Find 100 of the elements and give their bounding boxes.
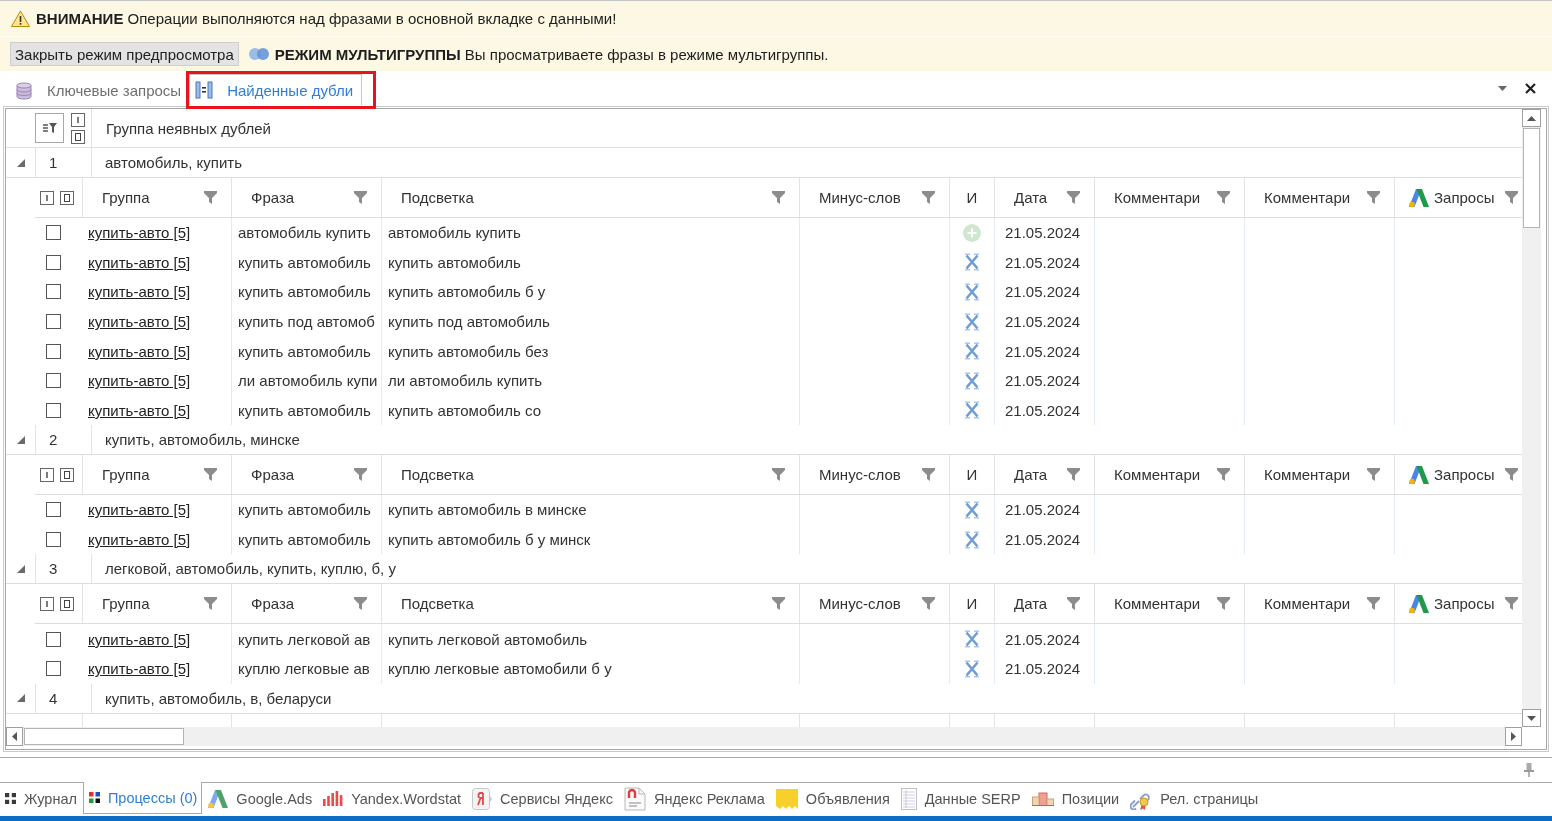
column-header[interactable]: Фраза (232, 178, 382, 217)
group-link[interactable]: купить-авто [5] (88, 660, 191, 678)
tab[interactable]: Найденные дубли (189, 74, 363, 105)
group-link[interactable]: купить-авто [5] (88, 342, 191, 360)
filter-icon[interactable] (1505, 597, 1518, 611)
column-header[interactable]: Запросы (1395, 178, 1522, 217)
tab[interactable]: Яндекс Реклама (618, 783, 770, 814)
group-link[interactable]: купить-авто [5] (88, 224, 191, 242)
tab[interactable]: Журнал (0, 783, 82, 814)
filter-icon[interactable] (354, 468, 367, 482)
sort-button[interactable] (35, 113, 64, 143)
column-header[interactable]: Группа (83, 584, 232, 624)
filter-icon[interactable] (1367, 597, 1380, 611)
column-header[interactable]: Комментари (1095, 178, 1245, 217)
column-header[interactable]: Запросы (1395, 584, 1522, 624)
group-link[interactable]: купить-авто [5] (88, 313, 191, 331)
scroll-left-button[interactable] (6, 727, 23, 746)
column-header[interactable]: Фраза (232, 584, 382, 624)
expander-icon[interactable] (16, 158, 25, 167)
filter-icon[interactable] (1217, 468, 1230, 482)
column-header[interactable]: Минус-слов (800, 455, 950, 495)
checkbox[interactable] (45, 502, 61, 518)
column-header[interactable]: Комментари (1095, 455, 1245, 495)
filter-icon[interactable] (772, 597, 785, 611)
group-link[interactable]: купить-авто [5] (88, 501, 191, 519)
checkbox[interactable] (45, 631, 61, 647)
expander-icon[interactable] (16, 435, 25, 444)
filter-icon[interactable] (922, 468, 935, 482)
tab[interactable]: Google.Ads (203, 783, 318, 814)
collapse-all-icon[interactable] (60, 596, 74, 611)
tab-menu-button[interactable] (1496, 84, 1509, 93)
filter-icon[interactable] (1505, 191, 1518, 204)
column-header[interactable]: Подсветка (382, 178, 800, 217)
tab[interactable]: Объявления (770, 783, 895, 814)
expander-icon[interactable] (16, 564, 25, 573)
collapse-all-icon[interactable] (60, 467, 74, 482)
column-header[interactable]: Группа (83, 178, 232, 217)
column-header[interactable]: И (950, 178, 995, 217)
filter-icon[interactable] (1067, 597, 1080, 611)
tab[interactable]: Данные SERP (895, 783, 1026, 814)
column-header[interactable]: Подсветка (382, 455, 800, 495)
checkbox[interactable] (45, 532, 61, 548)
expand-all-icon[interactable] (71, 112, 85, 127)
column-header[interactable]: Дата (995, 584, 1095, 624)
group-link[interactable]: купить-авто [5] (88, 283, 191, 301)
column-header[interactable]: Запросы (1395, 455, 1522, 495)
group-link[interactable]: купить-авто [5] (88, 253, 191, 271)
checkbox[interactable] (45, 343, 61, 359)
group-link[interactable]: купить-авто [5] (88, 630, 191, 648)
filter-icon[interactable] (922, 597, 935, 611)
column-header[interactable]: Группа (83, 455, 232, 495)
filter-icon[interactable] (354, 597, 367, 611)
column-header[interactable]: Комментари (1245, 584, 1395, 624)
filter-icon[interactable] (1217, 597, 1230, 611)
filter-icon[interactable] (204, 468, 217, 482)
tab[interactable]: Процессы (0) (82, 782, 203, 814)
column-header[interactable]: Дата (995, 178, 1095, 217)
column-header[interactable]: Комментари (1245, 455, 1395, 495)
column-header[interactable]: И (950, 584, 995, 624)
expand-all-icon[interactable] (40, 596, 54, 611)
column-header[interactable]: Группа неявных дублей (106, 109, 271, 147)
vertical-scrollbar[interactable] (1522, 109, 1541, 727)
group-link[interactable]: купить-авто [5] (88, 401, 191, 419)
checkbox[interactable] (45, 254, 61, 270)
filter-icon[interactable] (204, 191, 217, 204)
column-header[interactable]: Комментари (1245, 178, 1395, 217)
filter-icon[interactable] (1367, 191, 1380, 204)
column-header[interactable]: Подсветка (382, 584, 800, 624)
checkbox[interactable] (45, 373, 61, 389)
tab[interactable]: Позиции (1026, 783, 1125, 814)
filter-icon[interactable] (922, 191, 935, 204)
expand-all-icon[interactable] (40, 467, 54, 482)
filter-icon[interactable] (772, 468, 785, 482)
tab[interactable]: Yandex.Wordstat (318, 783, 467, 814)
scroll-thumb[interactable] (24, 728, 184, 745)
column-header[interactable]: Дата (995, 455, 1095, 495)
tab[interactable]: Сервисы Яндекс (467, 783, 618, 814)
scroll-thumb[interactable] (1523, 128, 1540, 228)
checkbox[interactable] (45, 284, 61, 300)
expand-all-icon[interactable] (40, 190, 54, 205)
close-preview-button[interactable]: Закрыть режим предпросмотра (10, 42, 239, 66)
filter-icon[interactable] (204, 597, 217, 611)
filter-icon[interactable] (1505, 468, 1518, 482)
close-button[interactable] (1523, 81, 1538, 96)
tab[interactable]: Ключевые запросы (14, 75, 187, 106)
collapse-all-icon[interactable] (60, 190, 74, 205)
filter-icon[interactable] (1367, 468, 1380, 482)
filter-icon[interactable] (1067, 468, 1080, 482)
scroll-right-button[interactable] (1505, 727, 1522, 746)
scroll-down-button[interactable] (1522, 709, 1541, 727)
column-header[interactable]: Фраза (232, 455, 382, 495)
checkbox[interactable] (45, 314, 61, 330)
expander-icon[interactable] (16, 694, 25, 703)
scroll-up-button[interactable] (1522, 109, 1541, 127)
group-link[interactable]: купить-авто [5] (88, 531, 191, 549)
filter-icon[interactable] (1217, 191, 1230, 204)
filter-icon[interactable] (772, 191, 785, 204)
tab[interactable]: Рел. страницы (1125, 783, 1264, 814)
column-header[interactable]: Минус-слов (800, 178, 950, 217)
checkbox[interactable] (45, 661, 61, 677)
